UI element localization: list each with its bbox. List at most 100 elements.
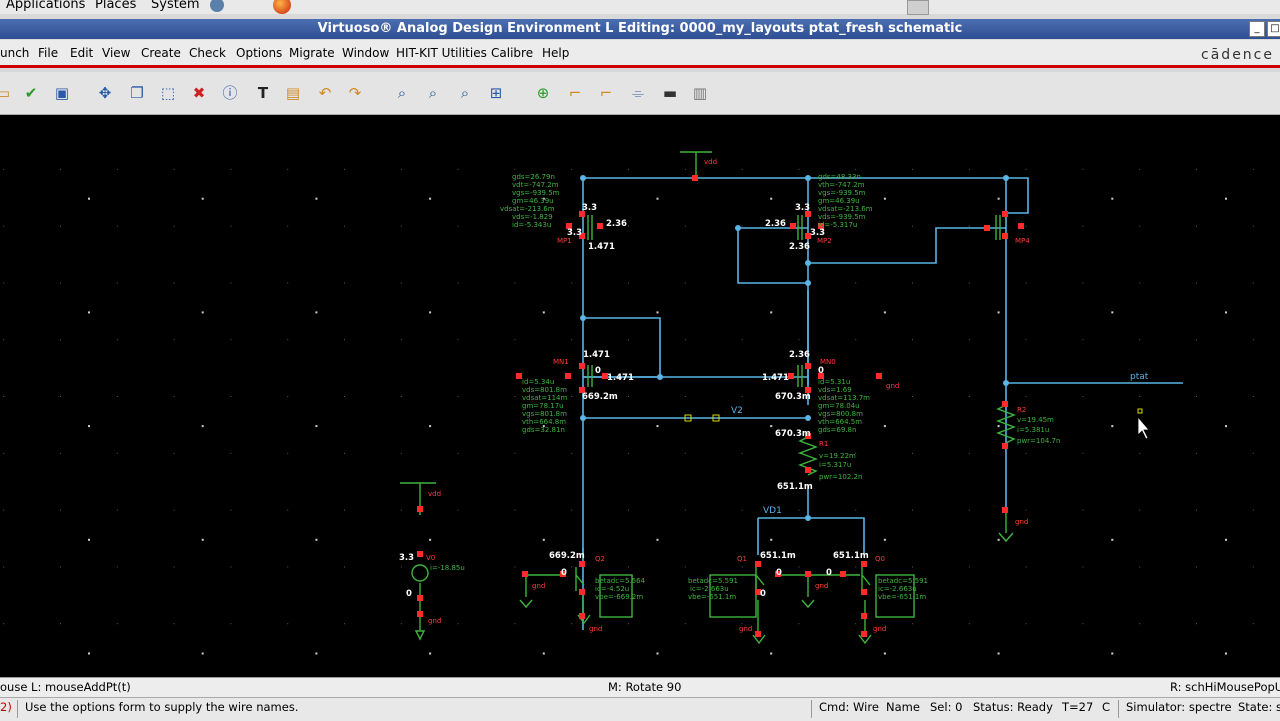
name-status: Name bbox=[886, 700, 920, 714]
pan-icon[interactable]: ⊞ bbox=[487, 84, 505, 102]
system-menu[interactable]: System bbox=[151, 0, 199, 12]
node-voltage: 651.1m bbox=[777, 482, 813, 492]
minimize-button[interactable]: _ bbox=[1249, 21, 1265, 37]
divider bbox=[17, 700, 18, 718]
v0-label: V0 bbox=[426, 554, 435, 562]
left-mouse-binding: ouse L: mouseAddPt(t) bbox=[0, 680, 131, 694]
vd1-net-label: VD1 bbox=[763, 506, 782, 516]
cadence-logo: cādence bbox=[1201, 47, 1274, 63]
check-save-icon[interactable]: ✔ bbox=[22, 84, 40, 102]
r2-label: R2 bbox=[1017, 406, 1026, 414]
node-voltage: 670.3m bbox=[775, 429, 811, 439]
maximize-button[interactable]: □ bbox=[1267, 21, 1280, 37]
text-icon[interactable]: T bbox=[254, 84, 272, 102]
window-title: Virtuoso® Analog Design Environment L Ed… bbox=[317, 21, 963, 36]
node-voltage: 2.36 bbox=[789, 242, 810, 252]
mp2-param: vth=-747.2m bbox=[818, 181, 865, 189]
menu-migrate[interactable]: Migrate bbox=[289, 46, 335, 60]
screenshot-icon[interactable] bbox=[907, 0, 929, 15]
node-voltage: 1.471 bbox=[588, 242, 615, 252]
mn0-param: id=5.31u bbox=[818, 378, 850, 386]
menu-view[interactable]: View bbox=[102, 46, 130, 60]
gnd-label: gnd bbox=[589, 625, 602, 633]
applications-menu[interactable]: Applications bbox=[6, 0, 85, 12]
selection-status: Sel: 0 bbox=[930, 700, 963, 714]
system-top-bar: Applications Places System bbox=[0, 0, 1280, 15]
menu-check[interactable]: Check bbox=[189, 46, 226, 60]
node-voltage: 1.471 bbox=[607, 373, 634, 383]
open-icon[interactable]: ▭ bbox=[0, 84, 12, 102]
r1-label: R1 bbox=[819, 440, 828, 448]
copy-icon[interactable]: ❐ bbox=[128, 84, 146, 102]
stretch-icon[interactable]: ⬚ bbox=[159, 84, 177, 102]
menu-calibre[interactable]: Calibre bbox=[491, 46, 533, 60]
menu-hit-kit-utilities[interactable]: HIT-KIT Utilities bbox=[396, 46, 487, 60]
probe-icon[interactable]: ▬ bbox=[661, 84, 679, 102]
pin-icon[interactable]: ⌯ bbox=[629, 84, 647, 102]
zoom-out-icon[interactable]: ⌕ bbox=[456, 84, 474, 102]
mp1-param: vds=-1.829 bbox=[512, 213, 553, 221]
vdd-label: vdd bbox=[704, 158, 717, 166]
menu-bar: unch File Edit View Create Check Options… bbox=[0, 40, 1280, 68]
q1-param: betadc=5.591 bbox=[688, 577, 738, 585]
menu-help[interactable]: Help bbox=[542, 46, 569, 60]
menu-options[interactable]: Options bbox=[236, 46, 282, 60]
mp1-param: vgs=-939.5m bbox=[512, 189, 560, 197]
node-voltage: 3.3 bbox=[582, 203, 597, 213]
window-title-bar: Virtuoso® Analog Design Environment L Ed… bbox=[0, 19, 1280, 39]
places-menu[interactable]: Places bbox=[95, 0, 136, 12]
gnd-label: gnd bbox=[886, 382, 899, 390]
node-voltage: 3.3 bbox=[795, 203, 810, 213]
mp1-param: gm=46.39u bbox=[512, 197, 554, 205]
schematic-canvas[interactable]: 3.3 3.3 2.36 1.471 3.3 2.36 3.3 2.36 1.4… bbox=[0, 115, 1280, 677]
ready-status: Status: Ready bbox=[973, 700, 1053, 714]
menu-launch[interactable]: unch bbox=[0, 46, 29, 60]
menu-edit[interactable]: Edit bbox=[70, 46, 93, 60]
mp2-label: MP2 bbox=[817, 237, 832, 245]
save-icon[interactable]: ▣ bbox=[53, 84, 71, 102]
q1-param: ic=-2.663u bbox=[690, 585, 729, 593]
node-voltage: 0 bbox=[760, 589, 766, 599]
r1-param: v=19.22m bbox=[819, 452, 856, 460]
temperature-unit: C bbox=[1102, 700, 1111, 714]
ptat-net-label: ptat bbox=[1130, 372, 1149, 382]
mn0-param: vgs=800.8m bbox=[818, 410, 863, 418]
divider bbox=[1118, 700, 1119, 718]
mouse-binding-bar: ouse L: mouseAddPt(t) M: Rotate 90 R: sc… bbox=[0, 677, 1280, 697]
notes-icon[interactable]: ▥ bbox=[691, 84, 709, 102]
properties-icon[interactable]: ⓘ bbox=[221, 84, 239, 102]
zoom-in-icon[interactable]: ⌕ bbox=[424, 84, 442, 102]
move-icon[interactable]: ✥ bbox=[96, 84, 114, 102]
q1-param: vbe=-651.1m bbox=[688, 593, 736, 601]
undo-icon[interactable]: ↶ bbox=[316, 84, 334, 102]
temperature-status: T=27 bbox=[1062, 700, 1094, 714]
menu-window[interactable]: Window bbox=[342, 46, 389, 60]
node-voltage: 3.3 bbox=[399, 553, 414, 563]
delete-icon[interactable]: ✖ bbox=[190, 84, 208, 102]
mp1-param: gds=26.79n bbox=[512, 173, 555, 181]
toolbar: ▭ ✔ ▣ ✥ ❐ ⬚ ✖ ⓘ T ▤ ↶ ↷ ⌕ ⌕ ⌕ ⊞ ⊕ ⌐ ⌐ ⌯ … bbox=[0, 72, 1280, 115]
menu-create[interactable]: Create bbox=[141, 46, 181, 60]
add-instance-icon[interactable]: ⊕ bbox=[534, 84, 552, 102]
mp2-param: vgs=-939.5m bbox=[818, 189, 866, 197]
status-bar: 2) Use the options form to supply the wi… bbox=[0, 697, 1280, 721]
firefox-icon[interactable] bbox=[273, 0, 291, 14]
redo-icon[interactable]: ↷ bbox=[346, 84, 364, 102]
zoom-fit-icon[interactable]: ⌕ bbox=[393, 84, 411, 102]
mn1-label: MN1 bbox=[553, 358, 569, 366]
middle-mouse-binding: M: Rotate 90 bbox=[608, 680, 682, 694]
wire-icon[interactable]: ⌐ bbox=[566, 84, 584, 102]
wire-wide-icon[interactable]: ⌐ bbox=[597, 84, 615, 102]
q0-param: ic=-2.663u bbox=[878, 585, 917, 593]
prompt-message: Use the options form to supply the wire … bbox=[25, 700, 299, 714]
menu-file[interactable]: File bbox=[38, 46, 58, 60]
q2-label: Q2 bbox=[595, 555, 605, 563]
node-voltage: 0 bbox=[776, 568, 782, 578]
mn0-param: vdsat=113.7m bbox=[818, 394, 870, 402]
simulator-status: Simulator: spectre bbox=[1126, 700, 1232, 714]
q2-param: betadc=5.564 bbox=[595, 577, 646, 585]
label-icon[interactable]: ▤ bbox=[284, 84, 302, 102]
mn0-param: vth=664.5m bbox=[818, 418, 862, 426]
node-voltage: 0 bbox=[818, 366, 824, 376]
schematic-svg[interactable]: 3.3 3.3 2.36 1.471 3.3 2.36 3.3 2.36 1.4… bbox=[0, 115, 1280, 677]
